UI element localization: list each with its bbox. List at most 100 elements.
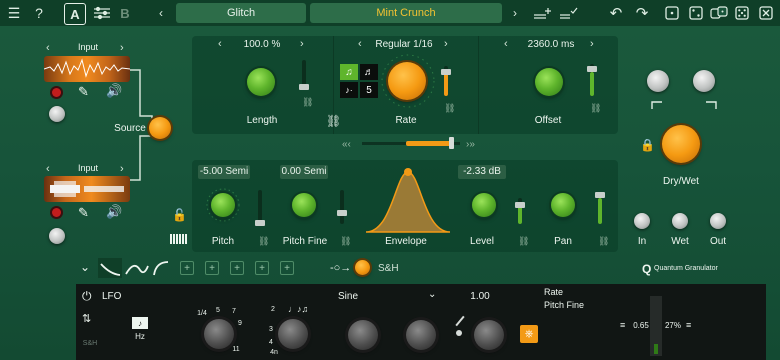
link-icon[interactable]: ⛓	[444, 103, 455, 114]
dice-two-icon[interactable]	[688, 4, 704, 22]
help-icon[interactable]: ?	[32, 4, 46, 22]
offset-knob[interactable]	[535, 68, 563, 96]
pitch-slider-thumb[interactable]	[255, 220, 265, 226]
pitch-fine-slider-thumb[interactable]	[337, 210, 347, 216]
link-icon[interactable]: ⛓	[518, 236, 529, 247]
redo-icon[interactable]: ↷	[634, 4, 650, 22]
save-preset-icon[interactable]	[558, 4, 580, 22]
input2-gain-knob[interactable]	[49, 228, 65, 244]
lfo-smooth-knob[interactable]	[406, 320, 436, 350]
input2-prev-icon[interactable]: ‹	[46, 163, 50, 175]
note-mode-active-icon[interactable]: ♫	[340, 64, 358, 80]
in-knob[interactable]	[634, 213, 650, 229]
link-icon[interactable]: ⛓	[598, 236, 609, 247]
dice-pair-icon[interactable]	[710, 4, 728, 22]
note-mode-icon[interactable]: ♬	[360, 64, 378, 80]
lfo-target-1[interactable]: Rate	[544, 287, 604, 297]
lfo-shape-select[interactable]: Sine	[300, 291, 396, 302]
forward-icon[interactable]: ›»	[466, 139, 475, 150]
mod-link-icon[interactable]: -○→	[330, 262, 351, 274]
source-knob[interactable]	[149, 117, 171, 139]
input1-prev-icon[interactable]: ‹	[46, 42, 50, 54]
pitch-fine-knob[interactable]	[292, 193, 316, 217]
collapse-chevron-icon[interactable]: ⌄	[80, 260, 90, 274]
link-icon[interactable]: ⛓	[340, 236, 351, 247]
offset-slider-thumb[interactable]	[587, 66, 597, 72]
slot-b-button[interactable]: B	[118, 4, 132, 22]
dice-five-icon[interactable]	[734, 4, 750, 22]
speaker-icon[interactable]: 🔊	[106, 83, 122, 99]
undo-icon[interactable]: ↶	[608, 4, 624, 22]
length-next-icon[interactable]: ›	[300, 38, 304, 50]
level-knob[interactable]	[472, 193, 496, 217]
rate-multiplier[interactable]: 5	[360, 82, 378, 98]
length-slider-thumb[interactable]	[299, 84, 309, 90]
pitch-knob[interactable]	[211, 193, 235, 217]
power-icon[interactable]: ⏻	[82, 289, 92, 304]
preset-name-left[interactable]: Glitch	[176, 3, 306, 23]
record-icon[interactable]	[52, 208, 61, 217]
link-icon[interactable]: ⛓	[590, 103, 601, 114]
chain-link-icon[interactable]: ⛓	[326, 114, 341, 128]
lock-icon[interactable]: 🔒	[640, 138, 655, 152]
lfo-phase-knob[interactable]	[348, 320, 378, 350]
pencil-icon[interactable]: ✎	[78, 84, 89, 100]
pitch-fine-slider[interactable]	[340, 190, 344, 224]
length-prev-icon[interactable]: ‹	[218, 38, 222, 50]
output-knob-right[interactable]	[693, 70, 715, 92]
speaker-icon[interactable]: 🔊	[106, 204, 122, 220]
rewind-icon[interactable]: «‹	[342, 139, 351, 150]
lfo-target-2[interactable]: Pitch Fine	[544, 300, 604, 310]
link-icon[interactable]: ⛓	[302, 97, 313, 108]
input2-next-icon[interactable]: ›	[120, 163, 124, 175]
close-icon[interactable]	[758, 4, 774, 22]
chevron-down-icon[interactable]: ⌄	[428, 289, 436, 300]
add-modulator-button[interactable]: +	[180, 261, 194, 275]
add-modulator-button[interactable]: +	[280, 261, 294, 275]
piano-keys-icon[interactable]	[170, 234, 188, 244]
rate-slider-thumb[interactable]	[441, 69, 451, 75]
lfo-rate-knob[interactable]	[204, 319, 234, 349]
lfo-shape-tabs[interactable]	[98, 258, 178, 278]
wet-knob[interactable]	[672, 213, 688, 229]
lock-open-icon[interactable]: 🔓	[172, 208, 187, 222]
swap-arrows-icon[interactable]: ⇅	[82, 312, 91, 325]
routing-icon[interactable]: ⎈	[520, 325, 538, 343]
sh-toggle[interactable]	[355, 260, 370, 275]
pan-knob[interactable]	[551, 193, 575, 217]
slot-a-button[interactable]: A	[64, 3, 86, 25]
offset-prev-icon[interactable]: ‹	[504, 38, 508, 50]
lfo-depth-knob[interactable]	[474, 320, 504, 350]
dotted-note-icon[interactable]: ♪·	[340, 82, 358, 98]
pitch-fine-value[interactable]: 0.00 Semi	[280, 165, 328, 179]
input1-gain-knob[interactable]	[49, 106, 65, 122]
pitch-value[interactable]: -5.00 Semi	[198, 165, 250, 179]
level-value[interactable]: -2.33 dB	[458, 165, 506, 179]
preset-name-right[interactable]: Mint Crunch	[310, 3, 502, 23]
envelope-graph[interactable]	[362, 164, 454, 234]
rate-prev-icon[interactable]: ‹	[358, 38, 362, 50]
record-icon[interactable]	[52, 88, 61, 97]
add-modulator-button[interactable]: +	[230, 261, 244, 275]
rate-next-icon[interactable]: ›	[444, 38, 448, 50]
out-knob[interactable]	[710, 213, 726, 229]
copy-ab-icon[interactable]	[92, 4, 112, 22]
note-sync-icon[interactable]: ♪	[132, 317, 148, 329]
prev-preset-icon[interactable]: ‹	[156, 4, 166, 22]
add-preset-icon[interactable]	[532, 4, 554, 22]
pencil-icon[interactable]: ✎	[78, 205, 89, 221]
link-icon[interactable]: ⛓	[258, 236, 269, 247]
dry-wet-knob[interactable]	[662, 125, 700, 163]
offset-next-icon[interactable]: ›	[590, 38, 594, 50]
level-slider-thumb[interactable]	[515, 202, 525, 208]
menu-icon[interactable]: ☰	[6, 4, 22, 22]
add-modulator-button[interactable]: +	[205, 261, 219, 275]
pitch-slider[interactable]	[258, 190, 262, 224]
add-modulator-button[interactable]: +	[255, 261, 269, 275]
pan-slider-thumb[interactable]	[595, 192, 605, 198]
crossfader-handle[interactable]	[449, 137, 454, 149]
input1-next-icon[interactable]: ›	[120, 42, 124, 54]
next-preset-icon[interactable]: ›	[510, 4, 520, 22]
lfo-division-knob[interactable]	[278, 319, 308, 349]
length-knob[interactable]	[247, 68, 275, 96]
